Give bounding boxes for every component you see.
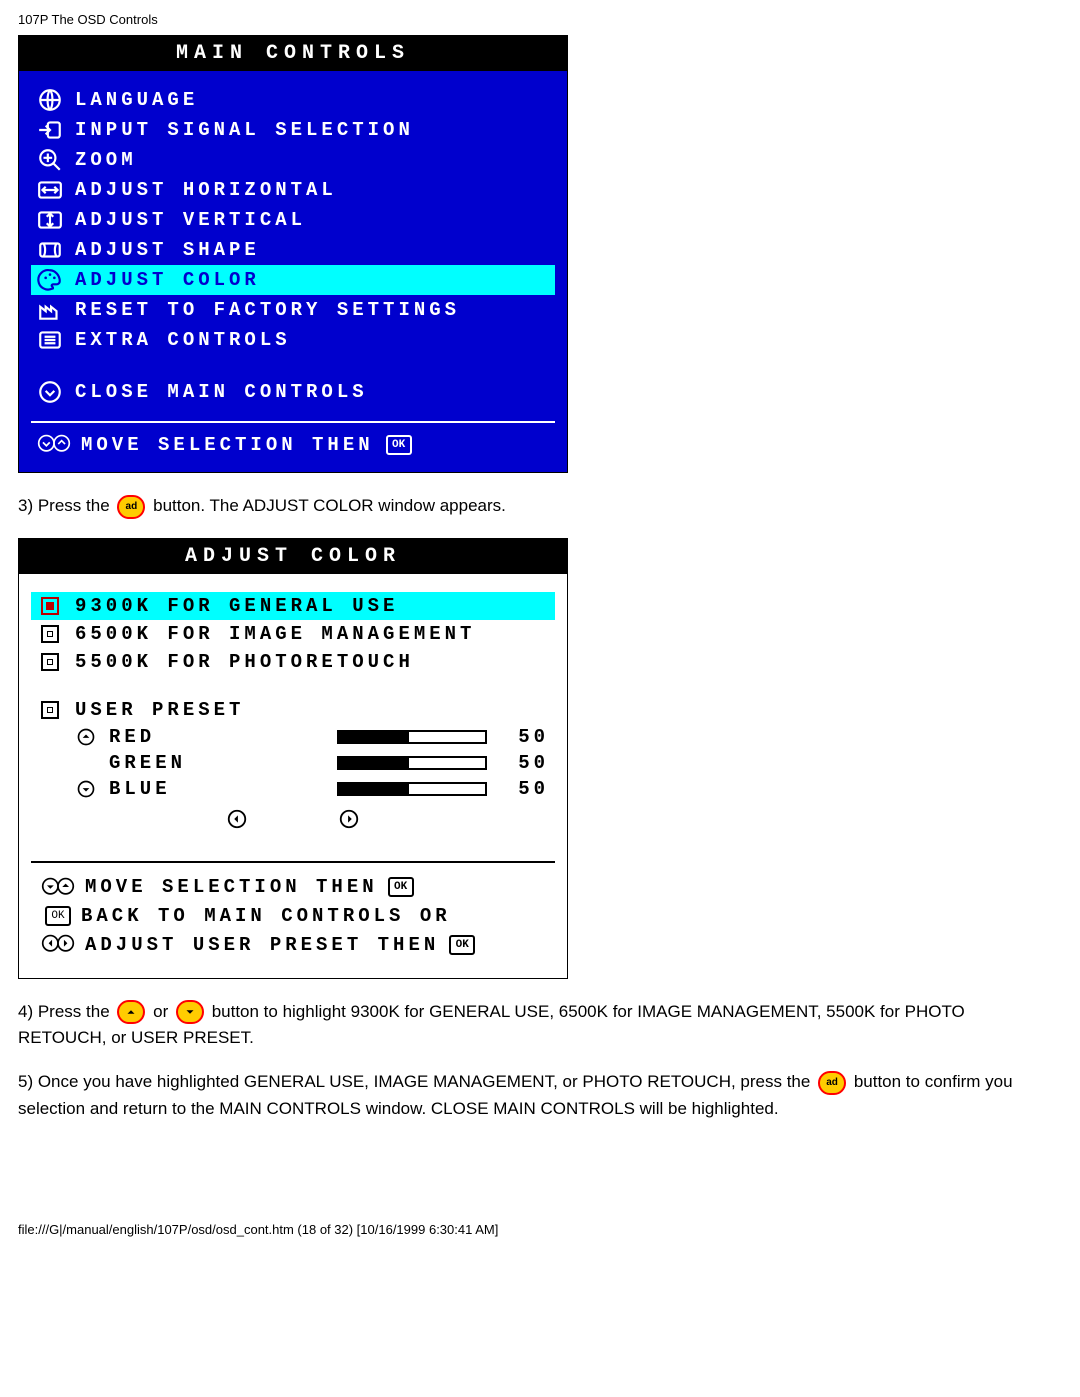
channel-name: RED [109,726,229,748]
menu-label: EXTRA CONTROLS [75,329,291,351]
adjust-footer-row-1: MOVE SELECTION THEN OK [41,873,545,902]
page-header: 107P The OSD Controls [18,12,1062,27]
vertical-arrows-icon [37,208,63,232]
step4-mid: or [153,1002,173,1021]
color-option-9300k[interactable]: 9300K FOR GENERAL USE [31,592,555,620]
osd-adjust-color: ADJUST COLOR 9300K FOR GENERAL USE 6500K… [18,538,568,979]
palette-icon [37,268,63,292]
magnifier-icon [37,148,63,172]
list-icon [37,328,63,352]
option-label: 9300K FOR GENERAL USE [75,595,398,617]
menu-language[interactable]: LANGUAGE [31,85,555,115]
up-down-circles-icon [37,433,71,456]
menu-adjust-vertical[interactable]: ADJUST VERTICAL [31,205,555,235]
menu-label: RESET TO FACTORY SETTINGS [75,299,460,321]
footer-text: MOVE SELECTION THEN [85,876,378,898]
osd-divider [31,861,555,863]
menu-input-signal[interactable]: INPUT SIGNAL SELECTION [31,115,555,145]
color-option-6500k[interactable]: 6500K FOR IMAGE MANAGEMENT [31,620,555,648]
menu-label: ADJUST VERTICAL [75,209,306,231]
radio-unselected-icon [37,699,63,721]
option-label: 5500K FOR PHOTORETOUCH [75,651,414,673]
menu-label: LANGUAGE [75,89,198,111]
up-button-inline-icon [117,1000,145,1024]
down-circle-icon [75,779,97,799]
left-circle-icon[interactable] [226,808,248,833]
input-arrow-icon [37,118,63,142]
radio-unselected-icon [37,623,63,645]
osd-main-controls: MAIN CONTROLS LANGUAGE INPUT SIGNAL SELE… [18,35,568,473]
factory-icon [37,298,63,322]
menu-label: INPUT SIGNAL SELECTION [75,119,414,141]
adjust-footer-row-3: ADJUST USER PRESET THEN OK [41,930,545,959]
menu-label: ZOOM [75,149,137,171]
preset-green-row: GREEN 50 [31,750,555,776]
osd-title-main: MAIN CONTROLS [19,36,567,71]
blue-slider[interactable] [337,782,487,796]
channel-value: 50 [499,726,549,748]
step-4-text: 4) Press the or button to highlight 9300… [18,999,1018,1052]
menu-label: ADJUST COLOR [75,269,260,291]
up-down-circles-icon [41,876,75,899]
down-button-inline-icon [176,1000,204,1024]
color-option-user-preset[interactable]: USER PRESET [31,696,555,724]
radio-selected-icon [37,595,63,617]
adjust-footer-row-2: OK BACK TO MAIN CONTROLS OR [41,902,545,930]
channel-value: 50 [499,752,549,774]
preset-red-row: RED 50 [31,724,555,750]
option-label: USER PRESET [75,699,244,721]
menu-extra-controls[interactable]: EXTRA CONTROLS [31,325,555,355]
left-right-controls [31,802,555,847]
page-footer: file:///G|/manual/english/107P/osd/osd_c… [18,1222,1062,1237]
shape-icon [37,238,63,262]
step-5-text: 5) Once you have highlighted GENERAL USE… [18,1069,1018,1122]
osd-title-adjust-color: ADJUST COLOR [19,539,567,574]
right-circle-icon[interactable] [338,808,360,833]
up-circle-icon [75,727,97,747]
down-circle-icon [37,380,63,404]
menu-close-main-controls[interactable]: CLOSE MAIN CONTROLS [31,377,555,407]
step-3-text: 3) Press the button. The ADJUST COLOR wi… [18,493,1018,519]
option-label: 6500K FOR IMAGE MANAGEMENT [75,623,475,645]
step3-suffix: button. The ADJUST COLOR window appears. [153,496,506,515]
red-slider[interactable] [337,730,487,744]
left-right-circles-icon [41,933,75,956]
menu-reset-factory[interactable]: RESET TO FACTORY SETTINGS [31,295,555,325]
ok-icon: OK [388,877,414,897]
radio-unselected-icon [37,651,63,673]
preset-blue-row: BLUE 50 [31,776,555,802]
osd-footer-hint: MOVE SELECTION THEN OK [31,433,555,466]
horizontal-arrows-icon [37,178,63,202]
menu-adjust-color[interactable]: ADJUST COLOR [31,265,555,295]
step3-prefix: 3) Press the [18,496,114,515]
ok-icon: OK [45,906,71,926]
color-option-5500k[interactable]: 5500K FOR PHOTORETOUCH [31,648,555,676]
channel-name: BLUE [109,778,229,800]
menu-adjust-horizontal[interactable]: ADJUST HORIZONTAL [31,175,555,205]
menu-adjust-shape[interactable]: ADJUST SHAPE [31,235,555,265]
ok-icon: OK [386,435,412,455]
menu-label: ADJUST SHAPE [75,239,260,261]
footer-text: BACK TO MAIN CONTROLS OR [81,905,451,927]
channel-value: 50 [499,778,549,800]
menu-label: CLOSE MAIN CONTROLS [75,381,368,403]
footer-hint-text: MOVE SELECTION THEN [81,434,374,456]
globe-icon [37,88,63,112]
green-slider[interactable] [337,756,487,770]
step4-prefix: 4) Press the [18,1002,114,1021]
menu-label: ADJUST HORIZONTAL [75,179,337,201]
menu-zoom[interactable]: ZOOM [31,145,555,175]
ok-icon: OK [449,935,475,955]
step5-line1: 5) Once you have highlighted GENERAL USE… [18,1072,815,1091]
ok-button-inline-icon [818,1071,846,1095]
channel-name: GREEN [109,752,229,774]
osd-divider [31,421,555,423]
footer-text: ADJUST USER PRESET THEN [85,934,439,956]
ok-button-inline-icon [117,495,145,519]
